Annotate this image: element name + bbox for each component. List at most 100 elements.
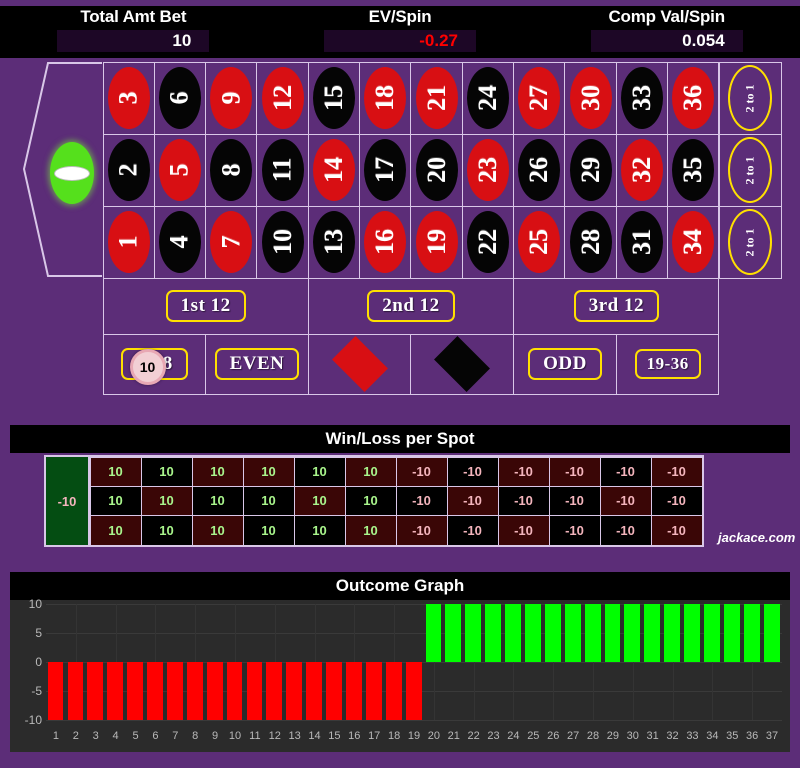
outcome-bar (564, 604, 581, 662)
bet-number-7[interactable]: 7 (205, 205, 258, 279)
dozen-label: 2nd 12 (367, 290, 455, 322)
watermark: jackace.com (718, 530, 796, 545)
outcome-bar (544, 604, 561, 662)
bet-number-25[interactable]: 25 (513, 205, 566, 279)
number-label: 26 (524, 157, 554, 183)
bet-number-31[interactable]: 31 (615, 205, 669, 279)
outcome-bar (743, 604, 760, 662)
bet-number-12[interactable]: 12 (256, 61, 309, 135)
red-diamond-icon (331, 336, 388, 392)
bet-number-35[interactable]: 35 (667, 133, 720, 207)
bet-number-5[interactable]: 5 (153, 133, 207, 207)
bet-column-1[interactable]: 2 to 1 (718, 61, 782, 135)
number-oval: 2 (107, 139, 150, 201)
bet-1-18[interactable]: 1-1810 (102, 333, 207, 395)
bet-number-28[interactable]: 28 (564, 205, 617, 279)
stat-value: -0.27 (419, 31, 458, 50)
bet-number-10[interactable]: 10 (256, 205, 309, 279)
bet-number-17[interactable]: 17 (359, 133, 412, 207)
number-grid[interactable]: 3 6 9 12 15 18 21 24 27 30 33 36 2 5 8 11 14 17 20 23 26 29 32… (102, 61, 720, 279)
outcome-bar (246, 662, 263, 720)
bet-dozen-1[interactable]: 1st 12 (102, 277, 309, 335)
outcome-bar (206, 662, 223, 720)
bet-number-19[interactable]: 19 (410, 205, 463, 279)
number-label: 10 (267, 229, 297, 255)
bet-zero[interactable] (50, 142, 94, 204)
bet-number-9[interactable]: 9 (205, 61, 258, 135)
outside-bet-label: 19-36 (634, 349, 701, 379)
bet-number-30[interactable]: 30 (564, 61, 617, 135)
x-tick-label: 4 (112, 730, 119, 742)
winloss-cell: -10 (599, 456, 652, 487)
bet-odd[interactable]: ODD (513, 333, 617, 395)
number-label: 17 (370, 157, 400, 183)
bet-chip[interactable]: 10 (129, 348, 166, 385)
number-oval: 22 (466, 211, 509, 273)
bet-number-24[interactable]: 24 (461, 61, 515, 135)
column-bet-label: 2 to 1 (742, 156, 757, 184)
x-tick-label: 33 (686, 730, 699, 742)
bet-number-3[interactable]: 3 (102, 61, 155, 135)
x-tick-label: 3 (92, 730, 99, 742)
x-tick-label: 19 (407, 730, 421, 742)
bet-number-33[interactable]: 33 (615, 61, 669, 135)
x-tick-label: 12 (268, 730, 281, 742)
column-bets[interactable]: 2 to 1 2 to 1 2 to 1 (718, 61, 782, 279)
bet-number-8[interactable]: 8 (205, 133, 258, 207)
winloss-cell: -10 (650, 515, 703, 546)
gridline (46, 720, 782, 721)
bet-number-18[interactable]: 18 (359, 61, 412, 135)
bet-dozen-3[interactable]: 3rd 12 (513, 277, 720, 335)
stat-value: 10 (172, 31, 192, 50)
bet-number-6[interactable]: 6 (153, 61, 207, 135)
number-oval: 13 (312, 211, 355, 273)
bet-even[interactable]: EVEN (205, 333, 309, 395)
x-tick-label: 17 (368, 730, 381, 742)
bet-dozen-2[interactable]: 2nd 12 (307, 277, 515, 335)
bet-number-11[interactable]: 11 (256, 133, 309, 207)
bet-number-29[interactable]: 29 (564, 133, 617, 207)
number-oval: 35 (672, 139, 715, 201)
number-oval: 12 (261, 67, 304, 129)
x-tick-label: 15 (328, 730, 341, 742)
bet-number-32[interactable]: 32 (615, 133, 669, 207)
bet-column-2[interactable]: 2 to 1 (718, 133, 782, 207)
bet-19-36[interactable]: 19-36 (615, 333, 720, 395)
bet-black[interactable] (410, 333, 515, 395)
bet-number-22[interactable]: 22 (461, 205, 515, 279)
bet-number-4[interactable]: 4 (153, 205, 207, 279)
winloss-cell: 10 (140, 515, 193, 546)
bet-number-21[interactable]: 21 (410, 61, 463, 135)
dozen-bets[interactable]: 1st 12 2nd 12 3rd 12 (102, 277, 720, 335)
number-oval: 21 (415, 67, 458, 129)
number-label: 22 (472, 229, 502, 255)
bet-number-14[interactable]: 14 (307, 133, 361, 207)
bet-red[interactable] (307, 333, 412, 395)
outcome-bar (684, 604, 700, 662)
bet-number-20[interactable]: 20 (410, 133, 463, 207)
x-tick-label: 10 (228, 730, 242, 742)
outcome-bar (445, 604, 462, 662)
bet-number-1[interactable]: 1 (102, 205, 155, 279)
roulette-betting-layout[interactable]: 3 6 9 12 15 18 21 24 27 30 33 36 2 5 8 11 14 17 20 23 26 29 32… (0, 58, 800, 410)
bet-number-16[interactable]: 16 (359, 205, 412, 279)
bet-number-23[interactable]: 23 (461, 133, 515, 207)
outcome-bar (266, 662, 283, 720)
bet-number-27[interactable]: 27 (513, 61, 566, 135)
zero-pocket-zone[interactable] (18, 62, 104, 278)
number-oval: 1 (107, 211, 150, 273)
winloss-cell: 10 (191, 485, 244, 517)
bet-number-26[interactable]: 26 (513, 133, 566, 207)
column-bet-oval: 2 to 1 (728, 137, 772, 203)
bet-number-13[interactable]: 13 (307, 205, 361, 279)
number-oval: 36 (672, 67, 715, 129)
number-label: 34 (678, 229, 708, 255)
bet-number-15[interactable]: 15 (307, 61, 361, 135)
x-tick-label: 23 (487, 730, 500, 742)
bet-column-3[interactable]: 2 to 1 (718, 205, 782, 279)
winloss-cell: 10 (242, 515, 295, 546)
bet-number-34[interactable]: 34 (667, 205, 720, 279)
outside-bets[interactable]: 1-1810EVEN ODD 19-36 (102, 333, 720, 395)
bet-number-36[interactable]: 36 (667, 61, 720, 135)
bet-number-2[interactable]: 2 (102, 133, 155, 207)
